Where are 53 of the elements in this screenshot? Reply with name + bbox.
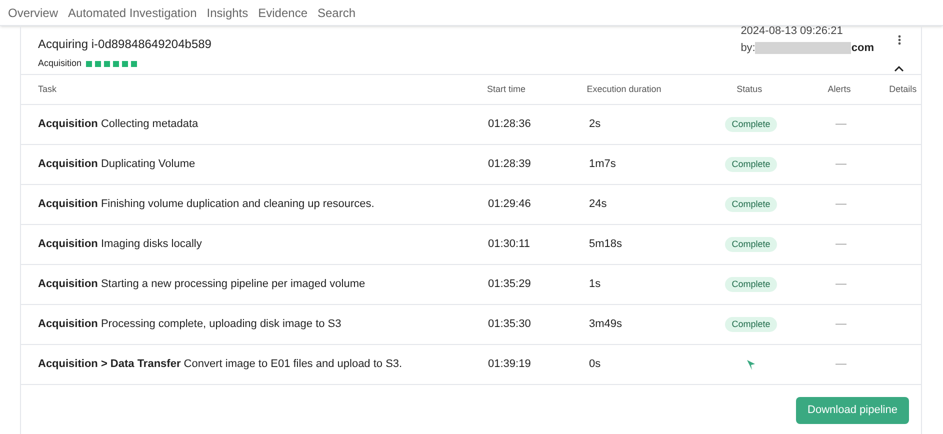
table-cell-text: 1s xyxy=(588,277,602,292)
pipeline-title: Acquiring i-0d89848649204b589 xyxy=(38,36,212,53)
table-cell-text: — xyxy=(836,197,846,212)
column-header: Execution duration xyxy=(586,82,662,96)
table-cell-text: 01:30:11 xyxy=(488,237,532,252)
table-cell-text: 0s xyxy=(588,357,602,372)
download-pipeline-button[interactable]: Download pipeline xyxy=(796,397,909,424)
table-cell-text: 01:28:36 xyxy=(488,117,532,132)
table-cell-text: 01:29:46 xyxy=(488,197,532,212)
stage-label: Acquisition xyxy=(38,57,82,70)
table-cell-text: 3m49s xyxy=(588,317,624,332)
table-cell-text: — xyxy=(836,357,846,372)
status-badge: Complete xyxy=(724,196,778,212)
table-cell-text: Acquisition Duplicating Volume xyxy=(37,157,196,172)
collapse-icon[interactable] xyxy=(894,65,904,72)
table-cell-text: — xyxy=(836,157,846,172)
column-header: Status xyxy=(736,82,764,96)
column-header: Details xyxy=(888,82,918,96)
table-cell-text: 1m7s xyxy=(588,157,617,172)
status-badge: Complete xyxy=(724,316,778,332)
status-badge: Complete xyxy=(724,276,778,292)
table-cell-text: 2s xyxy=(588,117,602,132)
nav-tab[interactable]: Evidence xyxy=(258,4,308,22)
table-cell-text: Acquisition > Data Transfer Convert image to E01 files and upload to S3. xyxy=(37,357,404,372)
status-badge: Complete xyxy=(724,236,778,252)
table-cell-text: Acquisition Imaging disks locally xyxy=(37,237,203,252)
table-cell-text: Acquisition Collecting metadata xyxy=(37,117,200,132)
author-label: by: xyxy=(740,40,756,56)
table-cell-text: — xyxy=(836,117,846,132)
table-cell-text: Acquisition Processing complete, uploading disk image to S3 xyxy=(37,317,342,332)
nav-tab[interactable]: Overview xyxy=(8,4,58,22)
column-header: Alerts xyxy=(826,82,852,96)
status-badge: Complete xyxy=(724,116,778,132)
author-domain: com xyxy=(851,40,874,56)
table-cell-text: 01:28:39 xyxy=(488,157,532,172)
column-header: Start time xyxy=(486,82,526,96)
more-icon[interactable] xyxy=(898,35,900,45)
table-cell-text: — xyxy=(836,277,846,292)
table-cell-text: 01:35:30 xyxy=(488,317,532,332)
table-cell-text: — xyxy=(836,317,846,332)
table-cell-text: 24s xyxy=(588,197,608,212)
nav-tab[interactable]: Search xyxy=(318,4,356,22)
nav-tab[interactable]: Automated Investigation xyxy=(68,4,197,22)
table-cell-text: Acquisition Starting a new processing pipeline per imaged volume xyxy=(37,277,366,292)
table-cell-text: 01:35:29 xyxy=(488,277,532,292)
table-cell-text: — xyxy=(836,237,846,252)
table-cell-text: 5m18s xyxy=(588,237,624,252)
table-cell-text: 01:39:19 xyxy=(488,357,532,372)
column-header: Task xyxy=(37,82,58,96)
table-cell-text: Acquisition Finishing volume duplication and cleaning up resources. xyxy=(37,197,376,212)
nav-tab[interactable]: Insights xyxy=(206,4,248,22)
timestamp: 2024-08-13 09:26:21 xyxy=(740,24,844,39)
status-badge: Complete xyxy=(724,156,778,172)
